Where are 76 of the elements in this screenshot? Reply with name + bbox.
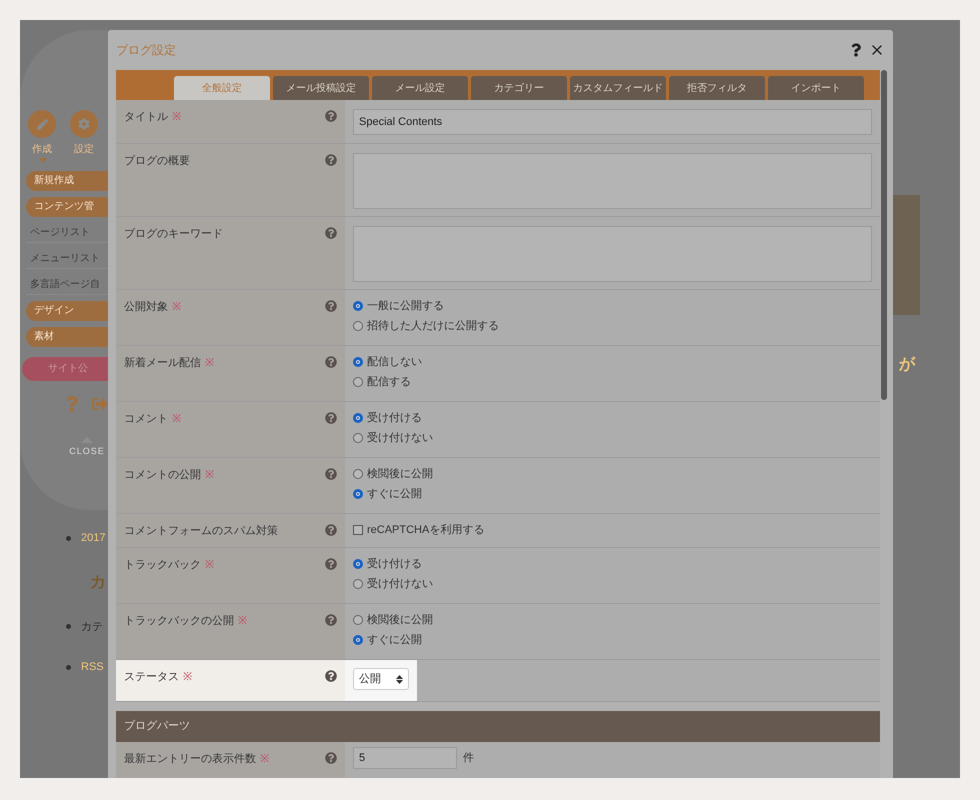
radio-button[interactable]	[353, 489, 363, 499]
radio-button[interactable]	[353, 469, 363, 479]
radio-button[interactable]	[353, 615, 363, 625]
radio-label: 検閲後に公開	[367, 467, 433, 482]
tool-label: 作成	[32, 142, 52, 157]
field-label: トラックバック ※	[124, 558, 214, 572]
tab[interactable]: インポート	[768, 76, 864, 100]
radio-label: 受け付ける	[367, 556, 422, 572]
radio-button[interactable]	[353, 357, 363, 367]
unit-label: 件	[463, 750, 474, 766]
field-label: コメント ※	[124, 412, 181, 426]
tab[interactable]: カテゴリー	[471, 76, 567, 100]
help-icon[interactable]	[325, 670, 337, 682]
radio-label: 配信しない	[367, 355, 422, 370]
status-select[interactable]: 公開	[353, 668, 409, 690]
radio-button[interactable]	[353, 635, 363, 645]
heading-fragment: が	[898, 355, 916, 375]
bullet-icon	[66, 536, 71, 541]
field-label: ブログの概要	[124, 154, 190, 168]
field-label: ステータス ※	[124, 670, 192, 684]
field-label: 新着メール配信 ※	[124, 356, 214, 370]
section-header: ブログパーツ	[116, 711, 880, 742]
textarea-field[interactable]	[353, 226, 872, 282]
tab[interactable]: メール投稿設定	[273, 76, 369, 100]
pen-icon	[36, 118, 48, 130]
radio-label: 受け付ける	[367, 410, 422, 426]
radio-button[interactable]	[353, 413, 363, 423]
radio-label: 一般に公開する	[367, 299, 444, 314]
caret-icon	[39, 158, 47, 163]
field-label: ブログのキーワード	[124, 227, 223, 241]
radio-label: 配信する	[367, 375, 411, 390]
field-label: 最新エントリーの表示件数 ※	[124, 752, 269, 766]
radio-button[interactable]	[353, 321, 363, 331]
radio-button[interactable]	[353, 433, 363, 443]
textarea-field[interactable]	[353, 153, 872, 209]
field-label: 公開対象 ※	[124, 300, 181, 314]
tool-label: 設定	[74, 142, 94, 157]
scrollbar-thumb[interactable]	[881, 70, 887, 400]
menu-pill[interactable]: 素材	[26, 327, 108, 347]
radio-button[interactable]	[353, 559, 363, 569]
updown-icon	[396, 674, 403, 684]
text-field[interactable]: Special Contents	[353, 109, 872, 135]
menu-pill[interactable]: コンテンツ管	[26, 197, 108, 217]
tab[interactable]: 全般設定	[174, 76, 270, 100]
radio-label: 検閲後に公開	[367, 613, 433, 628]
radio-button[interactable]	[353, 579, 363, 589]
tab[interactable]: メール設定	[372, 76, 468, 100]
field-label: コメントフォームのスパム対策	[124, 524, 278, 538]
menu-pill[interactable]: 新規作成	[26, 171, 108, 191]
radio-label: すぐに公開	[367, 487, 422, 502]
tab[interactable]: 拒否フィルタ	[669, 76, 765, 100]
gear-icon	[78, 118, 90, 130]
radio-label: 受け付けない	[367, 576, 433, 592]
radio-button[interactable]	[353, 301, 363, 311]
field-label: コメントの公開 ※	[124, 468, 214, 482]
bullet-icon	[66, 664, 71, 670]
list-item[interactable]: 2017	[81, 530, 106, 546]
list-item: カテ	[81, 620, 103, 634]
help-icon[interactable]	[851, 43, 861, 57]
radio-button[interactable]	[353, 377, 363, 387]
publish-button[interactable]: サイト公	[22, 357, 108, 381]
tab[interactable]: カスタムフィールド	[570, 76, 666, 100]
menu-pill[interactable]: デザイン	[26, 301, 108, 321]
checkbox[interactable]	[353, 525, 363, 535]
dialog-title: ブログ設定	[116, 42, 176, 59]
list-item[interactable]: RSS	[81, 659, 104, 676]
field-label: トラックバックの公開 ※	[124, 614, 247, 628]
section-heading: カ	[89, 572, 107, 592]
field-label: タイトル ※	[124, 110, 181, 124]
checkbox-label: reCAPTCHAを利用する	[367, 523, 484, 538]
radio-label: 受け付けない	[367, 430, 433, 446]
radio-label: 招待した人だけに公開する	[367, 319, 499, 334]
radio-label: すぐに公開	[367, 633, 422, 648]
close-label[interactable]: CLOSE	[69, 445, 105, 458]
number-field[interactable]: 5	[353, 747, 457, 769]
bullet-icon	[66, 624, 71, 630]
